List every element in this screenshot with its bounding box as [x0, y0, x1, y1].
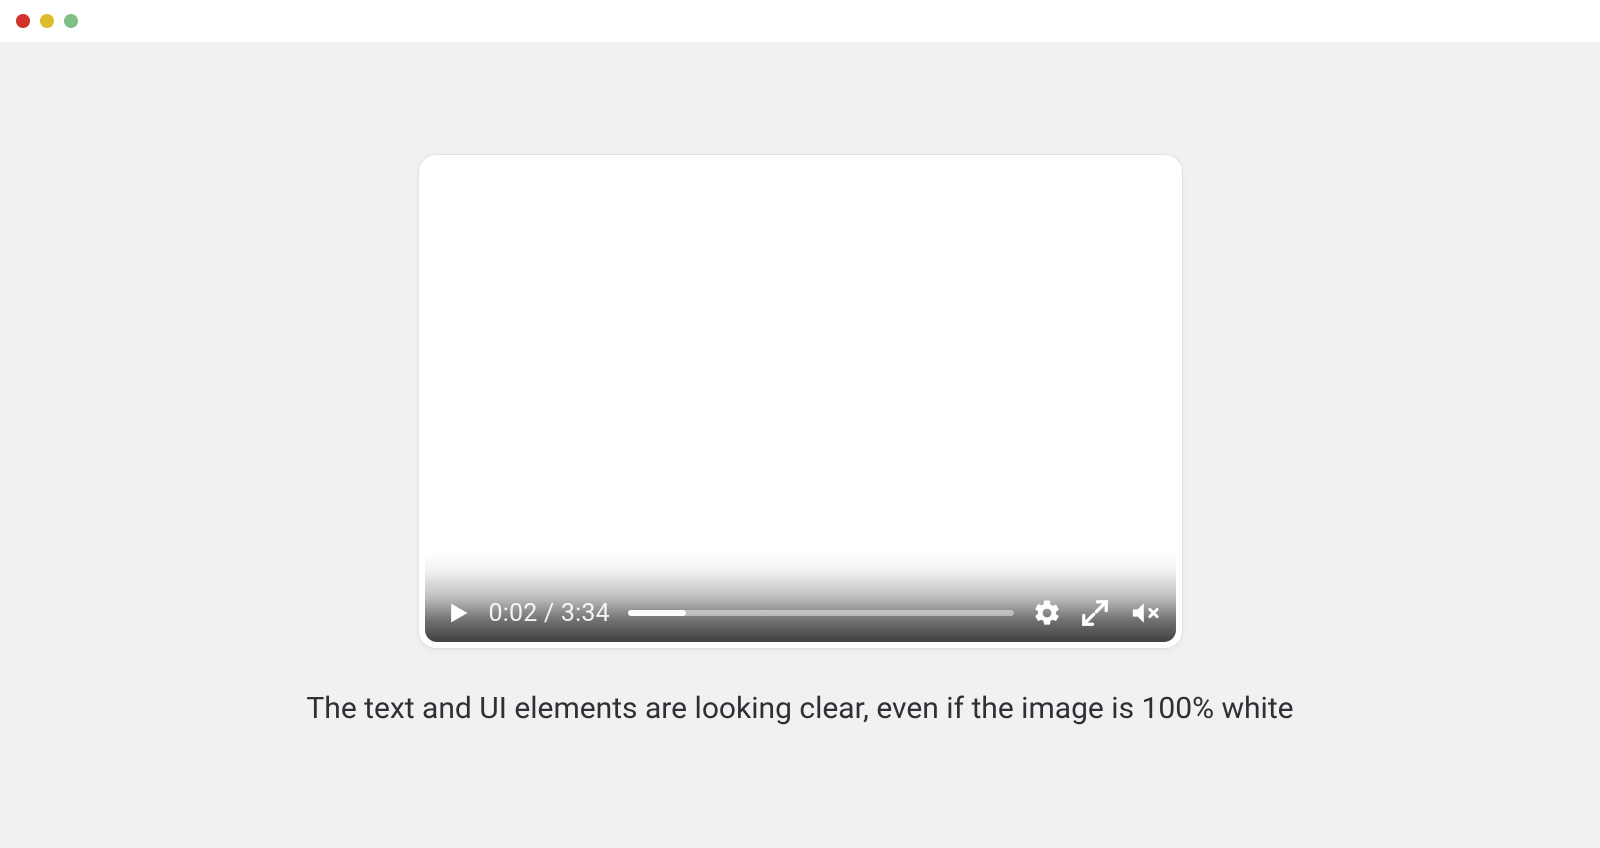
- video-canvas[interactable]: 0:02 / 3:34: [425, 161, 1176, 642]
- video-time-display: 0:02 / 3:34: [489, 599, 610, 628]
- gear-icon: [1032, 598, 1062, 628]
- fullscreen-button[interactable]: [1080, 598, 1110, 628]
- settings-button[interactable]: [1032, 598, 1062, 628]
- video-controls-bar: 0:02 / 3:34: [425, 588, 1176, 642]
- play-button[interactable]: [443, 599, 471, 627]
- play-icon: [443, 599, 471, 627]
- volume-muted-icon: [1128, 598, 1162, 628]
- video-progress-fill: [628, 610, 686, 616]
- video-progress-track[interactable]: [628, 610, 1014, 616]
- video-time-separator: /: [538, 599, 561, 628]
- close-window-button[interactable]: [16, 14, 30, 28]
- caption-text: The text and UI elements are looking cle…: [306, 691, 1293, 726]
- maximize-window-button[interactable]: [64, 14, 78, 28]
- video-duration: 3:34: [561, 599, 610, 628]
- video-player: 0:02 / 3:34: [418, 154, 1183, 649]
- video-current-time: 0:02: [489, 599, 538, 628]
- mute-button[interactable]: [1128, 598, 1162, 628]
- video-controls-gradient: 0:02 / 3:34: [425, 552, 1176, 642]
- page-content: 0:02 / 3:34: [0, 42, 1600, 848]
- minimize-window-button[interactable]: [40, 14, 54, 28]
- fullscreen-icon: [1080, 598, 1110, 628]
- window-titlebar: [0, 0, 1600, 42]
